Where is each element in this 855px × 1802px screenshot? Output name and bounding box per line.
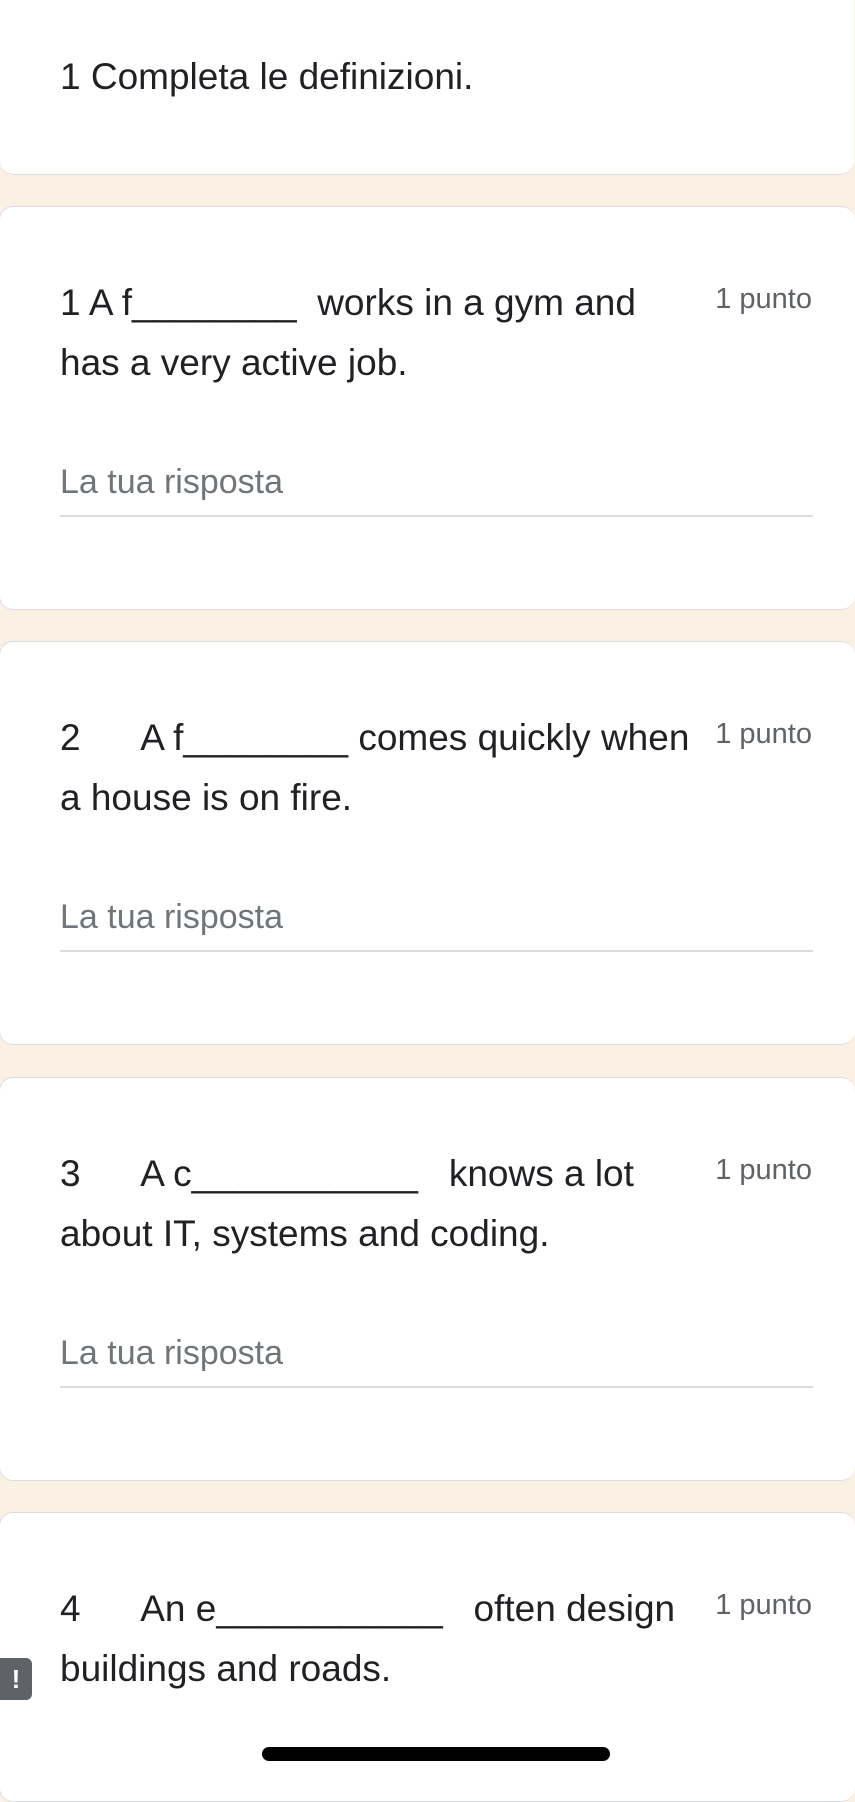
error-indicator-icon[interactable]: !: [0, 1658, 32, 1700]
question-text: 1 A f________ works in a gym and has a v…: [60, 282, 647, 383]
question-card-3: 3 A c___________ knows a lot about IT, s…: [0, 1077, 855, 1481]
answer-input[interactable]: [60, 457, 813, 517]
question-card-2: 2 A f________ comes quickly when a house…: [0, 641, 855, 1045]
question-text: 3 A c___________ knows a lot about IT, s…: [60, 1153, 645, 1254]
answer-input[interactable]: [60, 1328, 813, 1388]
points-label: 1 punto: [715, 1589, 812, 1621]
points-label: 1 punto: [715, 283, 812, 315]
question-text: 2 A f________ comes quickly when a house…: [60, 717, 700, 818]
home-indicator[interactable]: [262, 1747, 610, 1761]
section-header-card: 1 Completa le definizioni.: [0, 0, 854, 175]
answer-input[interactable]: [60, 892, 813, 952]
question-text: 4 An e___________ often design buildings…: [60, 1588, 686, 1689]
question-card-1: 1 A f________ works in a gym and has a v…: [0, 206, 855, 610]
section-title: 1 Completa le definizioni.: [60, 56, 474, 97]
points-label: 1 punto: [715, 718, 812, 750]
points-label: 1 punto: [715, 1154, 812, 1186]
